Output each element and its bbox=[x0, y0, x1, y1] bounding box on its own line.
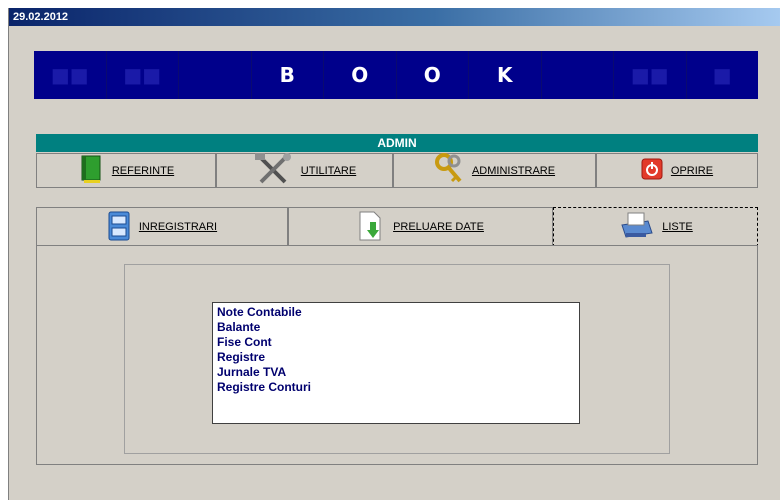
tab-utilitare[interactable]: UTILITARE bbox=[216, 153, 393, 188]
tab-label: LISTE bbox=[662, 221, 693, 233]
tab-label: OPRIRE bbox=[670, 164, 714, 177]
tab-administrare[interactable]: ADMINISTRARE bbox=[393, 153, 596, 188]
tab-referinte[interactable]: REFERINTE bbox=[36, 153, 216, 188]
tab-oprire[interactable]: OPRIRE bbox=[596, 153, 758, 188]
section-title: ADMIN bbox=[36, 134, 758, 152]
download-document-icon bbox=[357, 210, 385, 245]
tab-label: PRELUARE DATE bbox=[393, 221, 484, 233]
list-item[interactable]: Fise Cont bbox=[217, 335, 575, 350]
tab-preluare-date[interactable]: PRELUARE DATE bbox=[288, 207, 553, 247]
tools-icon bbox=[253, 152, 293, 189]
list-item[interactable]: Jurnale TVA bbox=[217, 365, 575, 380]
list-item[interactable]: Registre bbox=[217, 350, 575, 365]
filing-cabinet-icon bbox=[107, 210, 131, 245]
banner-letter: O bbox=[324, 51, 397, 99]
banner-cell: ■■ bbox=[614, 51, 687, 99]
list-item[interactable]: Note Contabile bbox=[217, 305, 575, 320]
power-icon bbox=[641, 158, 663, 183]
banner-cell: ■■ bbox=[107, 51, 179, 99]
banner-letter: B bbox=[252, 51, 324, 99]
tab-label: UTILITARE bbox=[300, 164, 357, 177]
banner-cell: ■■ bbox=[34, 51, 107, 99]
banner-cell bbox=[179, 51, 252, 99]
tab-label: REFERINTE bbox=[111, 164, 175, 177]
tab-inregistrari[interactable]: INREGISTRARI bbox=[36, 207, 288, 247]
report-list[interactable]: Note Contabile Balante Fise Cont Registr… bbox=[212, 302, 580, 424]
printer-icon bbox=[618, 211, 654, 244]
green-book-icon bbox=[78, 154, 104, 187]
book-banner: ■■ ■■ B O O K ■■ ■ bbox=[34, 51, 758, 99]
list-item[interactable]: Balante bbox=[217, 320, 575, 335]
list-item[interactable]: Registre Conturi bbox=[217, 380, 575, 395]
banner-cell bbox=[542, 51, 614, 99]
banner-cell: ■ bbox=[712, 63, 732, 87]
banner-letter: K bbox=[469, 51, 542, 99]
title-bar: 29.02.2012 bbox=[9, 8, 780, 26]
banner-letter: O bbox=[397, 51, 469, 99]
tab-label: ADMINISTRARE bbox=[471, 164, 556, 177]
tab-label: INREGISTRARI bbox=[138, 221, 218, 233]
keys-icon bbox=[434, 153, 464, 188]
tab-liste[interactable]: LISTE bbox=[553, 207, 758, 247]
